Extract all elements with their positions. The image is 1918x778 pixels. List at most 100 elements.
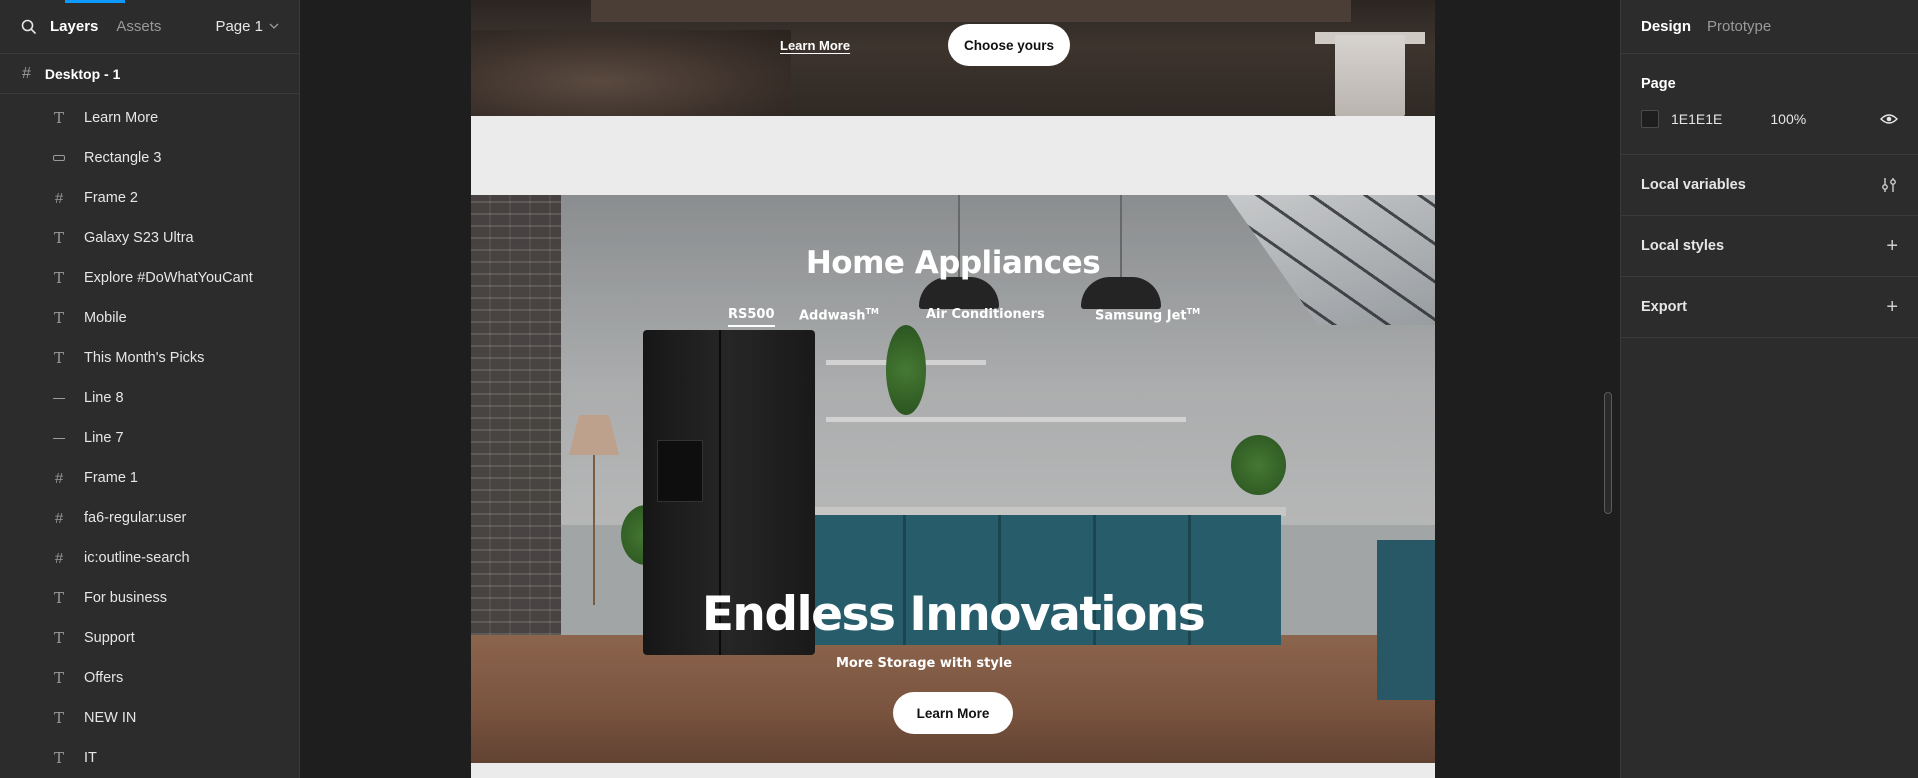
hero-tab-label: Samsung Jet bbox=[1095, 308, 1187, 324]
text-layer-icon: T bbox=[53, 589, 64, 607]
page-selector[interactable]: Page 1 bbox=[215, 18, 279, 35]
layer-item[interactable]: Line 7 bbox=[0, 418, 299, 458]
layer-item-label: Explore #DoWhatYouCant bbox=[84, 270, 253, 286]
home-appliances-hero[interactable]: Home Appliances RS500 AddwashTM Air Condit… bbox=[471, 195, 1435, 763]
export-label: Export bbox=[1641, 299, 1687, 315]
text-layer-icon: T bbox=[53, 109, 64, 127]
line-layer-icon bbox=[52, 437, 66, 439]
page-color-swatch[interactable] bbox=[1641, 110, 1659, 128]
layer-item[interactable]: T For business bbox=[0, 578, 299, 618]
layer-item-label: Rectangle 3 bbox=[84, 150, 162, 166]
trademark-mark: TM bbox=[865, 307, 879, 316]
page-color-value[interactable]: 1E1E1E bbox=[1671, 111, 1722, 127]
design-panel-tabs: Design Prototype bbox=[1621, 0, 1918, 54]
layer-item-label: Galaxy S23 Ultra bbox=[84, 230, 194, 246]
local-styles-row[interactable]: Local styles + bbox=[1621, 216, 1918, 277]
layer-item[interactable]: T NEW IN bbox=[0, 698, 299, 738]
frame-top-section[interactable]: Learn More Choose yours bbox=[471, 0, 1435, 116]
line-layer-icon bbox=[52, 397, 66, 399]
layer-root-frame[interactable]: # Desktop - 1 bbox=[0, 54, 299, 94]
page-opacity-value[interactable]: 100% bbox=[1770, 111, 1806, 127]
frame-layer-icon: # bbox=[54, 509, 64, 527]
layer-item-label: Support bbox=[84, 630, 135, 646]
hero-tab[interactable]: RS500 bbox=[728, 307, 775, 327]
layer-item[interactable]: # Frame 2 bbox=[0, 178, 299, 218]
layer-item-label: Frame 2 bbox=[84, 190, 138, 206]
hero-product-tabs: RS500 AddwashTM Air Conditioners Samsung Je… bbox=[471, 307, 1435, 331]
hero-headline: Endless Innovations bbox=[701, 587, 1206, 642]
hero-tab-label: Addwash bbox=[799, 308, 866, 324]
hero-tab-label: Air Conditioners bbox=[926, 307, 1045, 322]
side-table-image bbox=[1335, 35, 1405, 116]
text-layer-icon: T bbox=[53, 349, 64, 367]
layer-item[interactable]: T Mobile bbox=[0, 298, 299, 338]
local-variables-row[interactable]: Local variables bbox=[1621, 155, 1918, 216]
choose-yours-button[interactable]: Choose yours bbox=[948, 24, 1070, 66]
layer-item[interactable]: # Frame 1 bbox=[0, 458, 299, 498]
search-icon[interactable] bbox=[20, 18, 38, 36]
text-layer-icon: T bbox=[53, 709, 64, 727]
layer-item-label: Mobile bbox=[84, 310, 127, 326]
text-layer-icon: T bbox=[53, 669, 64, 687]
layer-item-label: ic:outline-search bbox=[84, 550, 190, 566]
layer-item[interactable]: T Galaxy S23 Ultra bbox=[0, 218, 299, 258]
layer-item-label: fa6-regular:user bbox=[84, 510, 187, 526]
layer-item-label: NEW IN bbox=[84, 710, 137, 726]
page-fill-row[interactable]: 1E1E1E 100% bbox=[1641, 110, 1898, 128]
layer-item[interactable]: Line 8 bbox=[0, 378, 299, 418]
section-spacer bbox=[471, 116, 1435, 195]
layer-item-label: Line 7 bbox=[84, 430, 124, 446]
layer-root-frame-label: Desktop - 1 bbox=[44, 65, 121, 82]
layer-item-label: For business bbox=[84, 590, 168, 606]
frame-icon: # bbox=[22, 64, 31, 82]
local-variables-label: Local variables bbox=[1641, 177, 1746, 193]
layer-item[interactable]: T This Month's Picks bbox=[0, 338, 299, 378]
tab-layers[interactable]: Layers bbox=[50, 18, 98, 35]
text-layer-icon: T bbox=[53, 269, 64, 287]
chevron-down-icon bbox=[269, 23, 279, 29]
text-layer-icon: T bbox=[53, 749, 64, 767]
hero-tab-label: RS500 bbox=[728, 307, 775, 322]
tab-design[interactable]: Design bbox=[1641, 18, 1691, 35]
page-settings: Page 1E1E1E 100% bbox=[1621, 54, 1918, 155]
hero-tab[interactable]: AddwashTM bbox=[799, 307, 879, 323]
layer-list: T Learn More Rectangle 3 # Frame 2 T Galaxy S2… bbox=[0, 94, 299, 778]
layer-item[interactable]: T Offers bbox=[0, 658, 299, 698]
layer-item-label: Learn More bbox=[84, 110, 159, 126]
layer-item[interactable]: T Support bbox=[0, 618, 299, 658]
layer-item[interactable]: # ic:outline-search bbox=[0, 538, 299, 578]
add-icon[interactable]: + bbox=[1886, 296, 1898, 319]
page-section-title: Page bbox=[1641, 76, 1676, 92]
hero-tab[interactable]: Samsung JetTM bbox=[1095, 307, 1200, 323]
layer-item[interactable]: T Explore #DoWhatYouCant bbox=[0, 258, 299, 298]
top-learn-more-link[interactable]: Learn More bbox=[780, 38, 850, 53]
layer-item[interactable]: T IT bbox=[0, 738, 299, 778]
layer-item[interactable]: Rectangle 3 bbox=[0, 138, 299, 178]
tab-prototype[interactable]: Prototype bbox=[1707, 18, 1771, 35]
local-styles-label: Local styles bbox=[1641, 238, 1725, 254]
layers-panel-header: Layers Assets Page 1 bbox=[0, 0, 299, 54]
frame-next-section bbox=[471, 763, 1435, 778]
frame-layer-icon: # bbox=[54, 189, 64, 207]
hero-tab[interactable]: Air Conditioners bbox=[926, 307, 1045, 322]
tab-assets[interactable]: Assets bbox=[116, 18, 161, 35]
layer-item[interactable]: T Learn More bbox=[0, 98, 299, 138]
active-tab-indicator bbox=[65, 0, 125, 3]
export-row[interactable]: Export + bbox=[1621, 277, 1918, 338]
design-panel: Design Prototype Page 1E1E1E 100% Local … bbox=[1620, 0, 1918, 778]
eye-icon[interactable] bbox=[1880, 113, 1898, 125]
frame-layer-icon: # bbox=[54, 549, 64, 567]
text-layer-icon: T bbox=[53, 629, 64, 647]
text-layer-icon: T bbox=[53, 309, 64, 327]
sliders-icon[interactable] bbox=[1880, 176, 1898, 194]
frame-layer-icon: # bbox=[54, 469, 64, 487]
hero-learn-more-button[interactable]: Learn More bbox=[893, 692, 1013, 734]
trademark-mark: TM bbox=[1186, 307, 1201, 316]
layers-panel: Layers Assets Page 1 # Desktop - 1 T Lear… bbox=[0, 0, 300, 778]
layer-item-label: Frame 1 bbox=[84, 470, 138, 486]
hero-subheadline: More Storage with style bbox=[835, 656, 1013, 671]
layer-item-label: IT bbox=[84, 750, 97, 766]
canvas-scrollbar[interactable] bbox=[1604, 392, 1612, 514]
add-icon[interactable]: + bbox=[1886, 235, 1898, 258]
layer-item[interactable]: # fa6-regular:user bbox=[0, 498, 299, 538]
